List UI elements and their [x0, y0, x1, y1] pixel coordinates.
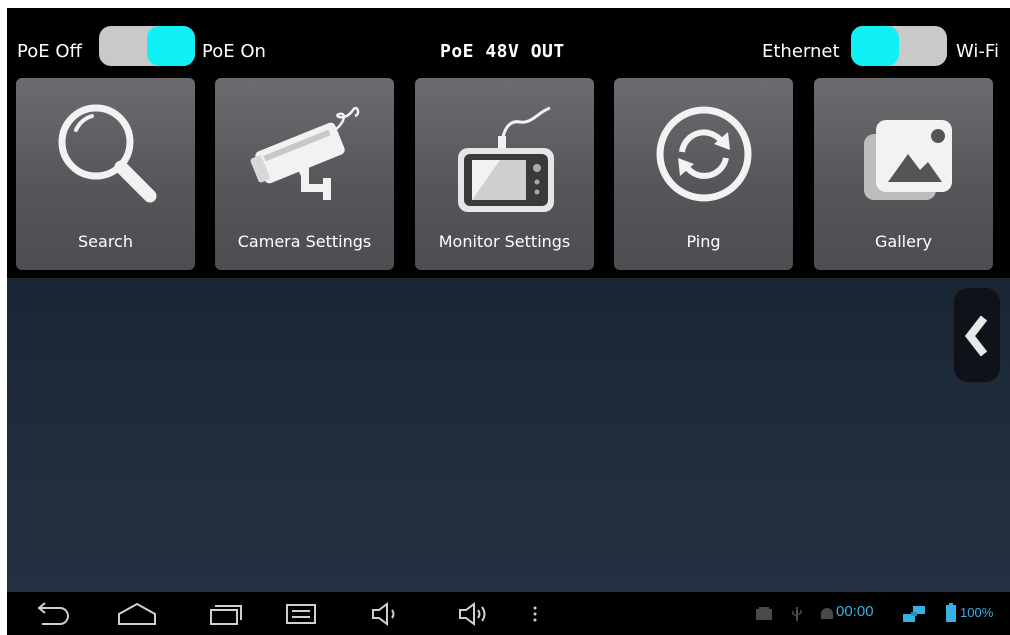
- poe-status-text: PoE 48V OUT: [440, 41, 565, 62]
- menu-dots-icon: [533, 606, 537, 622]
- wifi-label: Wi-Fi: [956, 41, 999, 62]
- screenshot-button[interactable]: [273, 592, 329, 635]
- volume-down-icon: [372, 602, 395, 626]
- notification-icon: [756, 607, 772, 620]
- recents-icon: [210, 605, 242, 625]
- gallery-icon: [863, 120, 952, 200]
- poe-off-label: PoE Off: [17, 41, 82, 62]
- tile-label: Search: [78, 232, 133, 251]
- usb-icon: [792, 607, 802, 621]
- screenshot-icon: [286, 604, 316, 624]
- menu-button[interactable]: [507, 592, 563, 635]
- top-bar: PoE Off PoE On PoE 48V OUT Ethernet Wi-F…: [7, 8, 1010, 78]
- back-button[interactable]: [22, 592, 78, 635]
- recents-button[interactable]: [197, 592, 253, 635]
- content-area: [7, 278, 1010, 592]
- home-icon: [118, 602, 156, 625]
- ethernet-icon: [903, 606, 925, 622]
- tile-label: Monitor Settings: [438, 232, 571, 251]
- ethernet-label: Ethernet: [762, 41, 840, 62]
- android-icon: [821, 608, 833, 619]
- drawer-handle[interactable]: [954, 288, 1000, 382]
- poe-toggle[interactable]: [99, 26, 195, 66]
- battery-percent: 100%: [960, 605, 994, 620]
- home-button[interactable]: [109, 592, 165, 635]
- tester-monitor-icon: [457, 106, 554, 212]
- volume-up-button[interactable]: [444, 592, 500, 635]
- camera-settings-tile[interactable]: Camera Settings: [215, 78, 394, 270]
- network-toggle-knob: [851, 26, 899, 66]
- tile-label: Camera Settings: [237, 232, 372, 251]
- app-tiles: Search Camera Settings Monitor Settings …: [7, 78, 1010, 278]
- poe-on-label: PoE On: [202, 41, 266, 62]
- tile-label: Ping: [686, 232, 721, 251]
- gallery-tile[interactable]: Gallery: [814, 78, 993, 270]
- volume-up-icon: [459, 602, 486, 626]
- monitor-settings-tile[interactable]: Monitor Settings: [415, 78, 594, 270]
- network-toggle[interactable]: [851, 26, 947, 66]
- search-tile[interactable]: Search: [16, 78, 195, 270]
- chevron-left-icon: [964, 315, 988, 357]
- battery-icon: [946, 603, 956, 622]
- back-icon: [37, 602, 69, 625]
- ping-tile[interactable]: Ping: [614, 78, 793, 270]
- tile-label: Gallery: [875, 232, 932, 251]
- poe-toggle-knob: [147, 26, 195, 66]
- refresh-circle-icon: [656, 106, 751, 202]
- cctv-camera-icon: [250, 106, 359, 200]
- volume-down-button[interactable]: [357, 592, 413, 635]
- status-clock: 00:00: [836, 603, 874, 620]
- device-screen: PoE Off PoE On PoE 48V OUT Ethernet Wi-F…: [7, 8, 1010, 635]
- magnifier-icon: [58, 104, 156, 203]
